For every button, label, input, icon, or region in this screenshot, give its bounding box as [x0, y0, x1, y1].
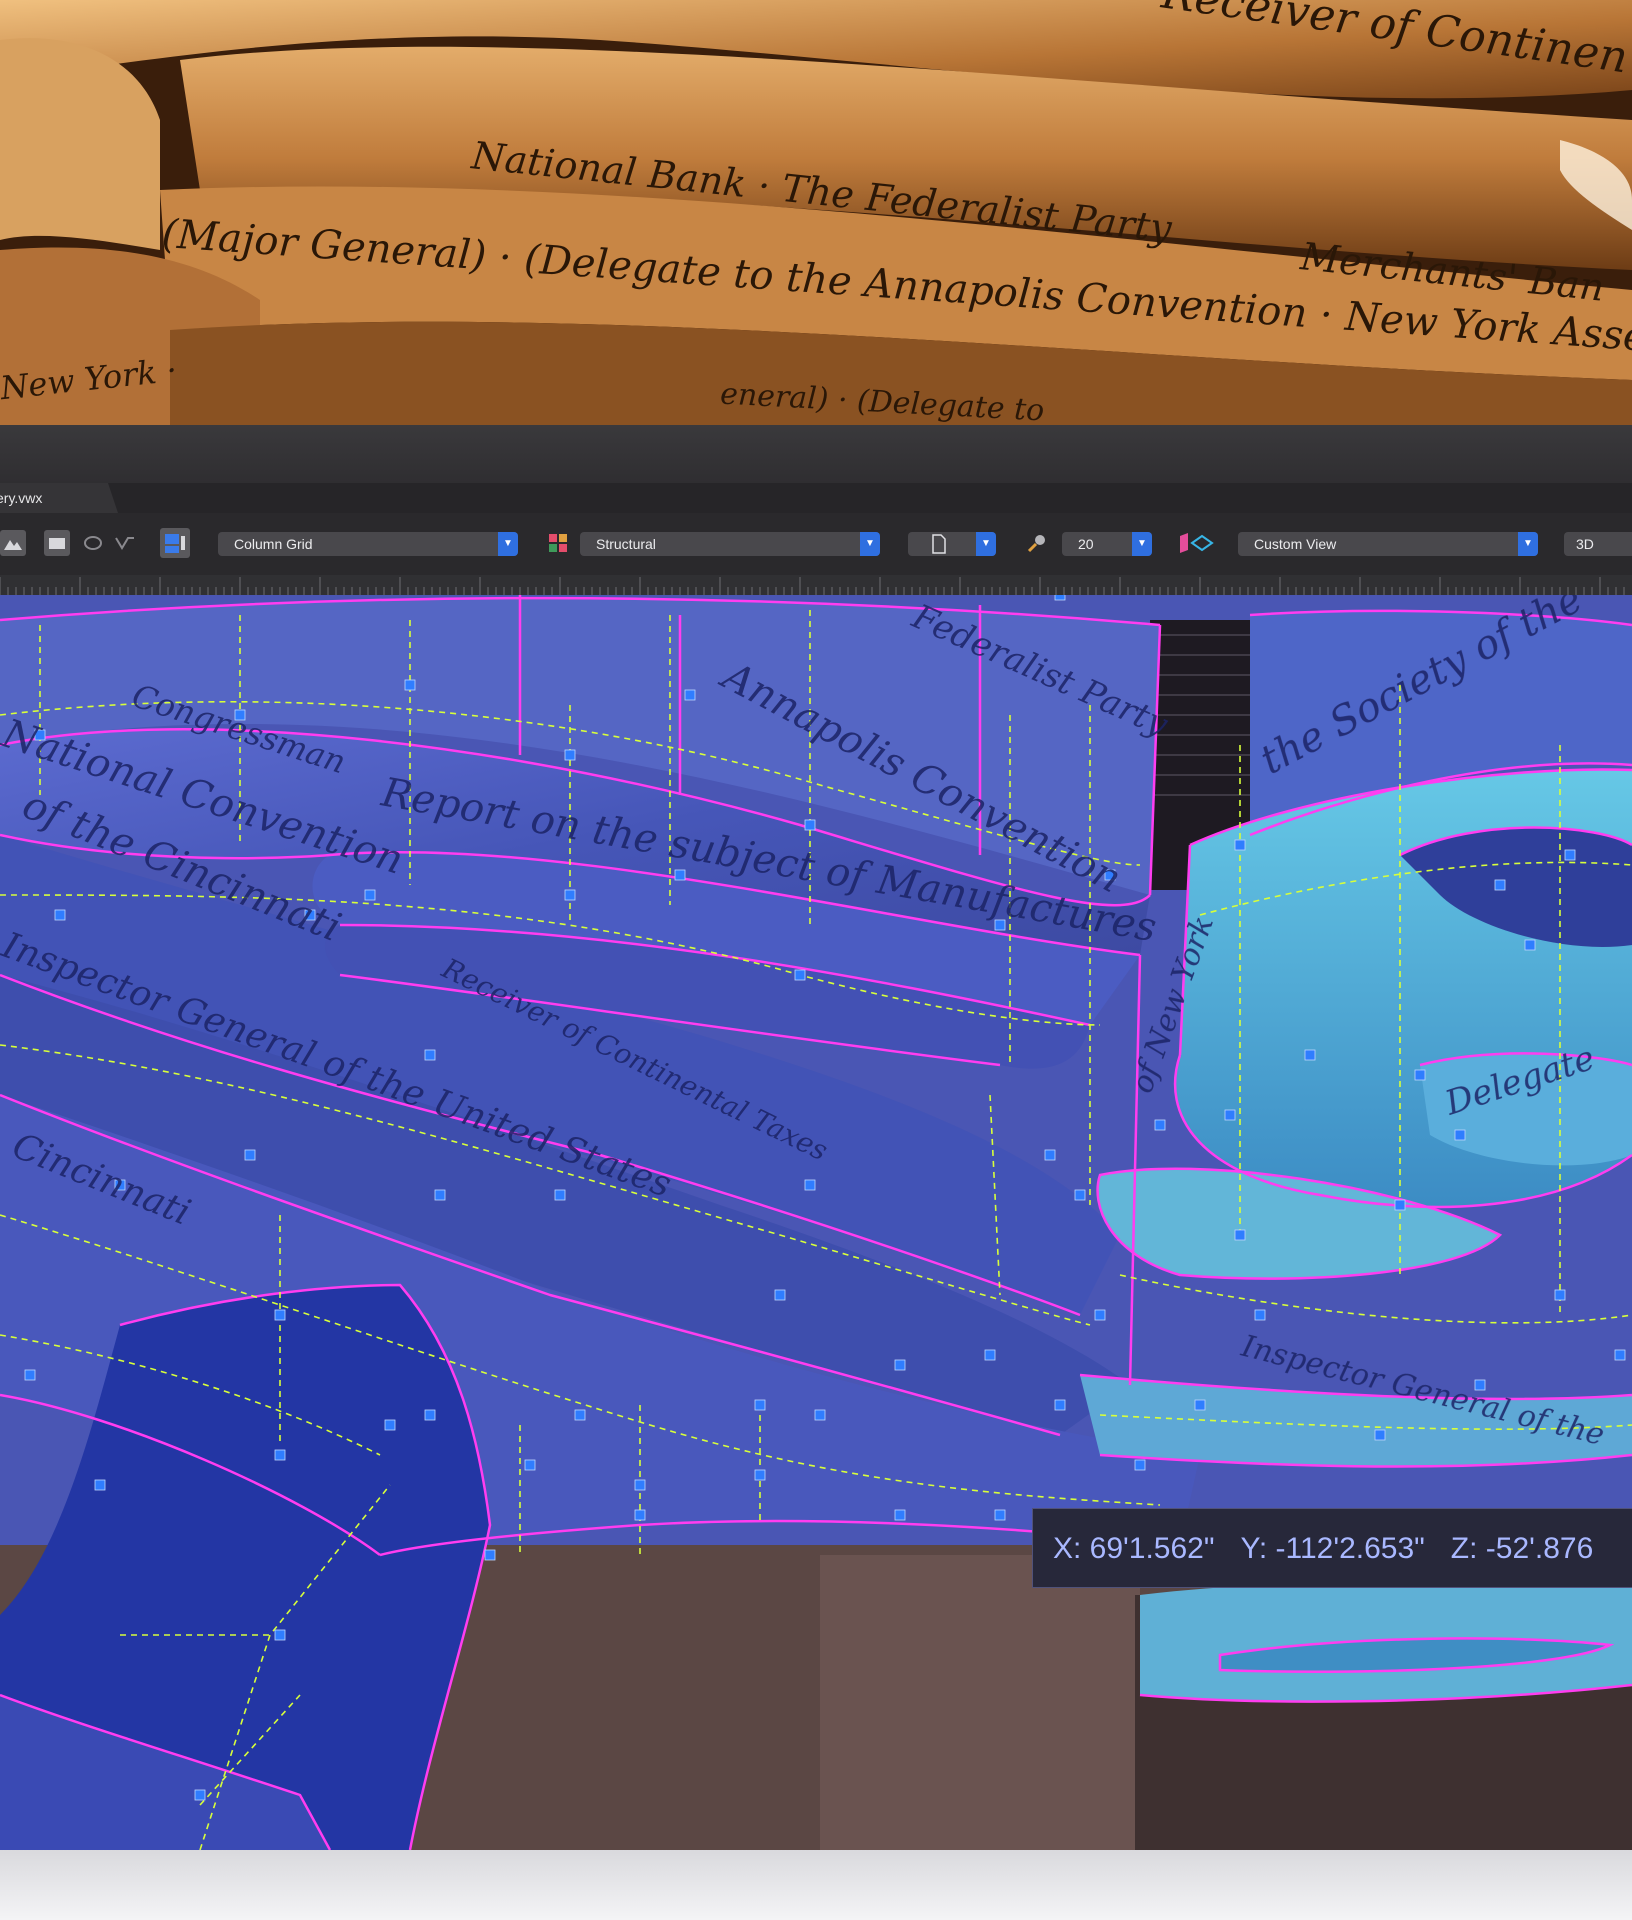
class-select-value: Column Grid	[234, 536, 313, 552]
scale-select[interactable]: 20 ▼	[1062, 532, 1152, 556]
layer-select-value: Structural	[596, 536, 656, 552]
control-point-handle[interactable]	[1374, 1429, 1386, 1441]
control-point-handle[interactable]	[1414, 1069, 1426, 1081]
bezier-tool-icon[interactable]	[112, 530, 138, 556]
chevron-down-icon: ▼	[498, 532, 518, 556]
control-point-handle[interactable]	[894, 1509, 906, 1521]
chevron-down-icon: ▼	[1132, 532, 1152, 556]
view-select-value: Custom View	[1254, 536, 1337, 552]
coord-y: Y: -112'2.653"	[1240, 1532, 1425, 1565]
app-window: ery.vwx Column Grid ▼ Structural ▼ ▼ 20 …	[0, 425, 1632, 1850]
control-point-handle[interactable]	[1524, 939, 1536, 951]
control-point-handle[interactable]	[24, 1369, 36, 1381]
control-point-handle[interactable]	[1254, 1309, 1266, 1321]
control-point-handle[interactable]	[814, 1409, 826, 1421]
control-point-handle[interactable]	[1234, 839, 1246, 851]
control-point-handle[interactable]	[754, 1399, 766, 1411]
control-point-handle[interactable]	[1304, 1049, 1316, 1061]
control-point-handle[interactable]	[1094, 1309, 1106, 1321]
control-point-handle[interactable]	[1564, 849, 1576, 861]
drawing-canvas[interactable]: Annapolis Convention Federalist Party th…	[0, 595, 1632, 1850]
control-point-handle[interactable]	[1194, 1399, 1206, 1411]
control-point-handle[interactable]	[564, 889, 576, 901]
image-icon[interactable]	[0, 530, 26, 556]
control-point-handle[interactable]	[804, 1179, 816, 1191]
coord-z: Z: -52'.876	[1450, 1532, 1594, 1565]
zoom-icon[interactable]	[1024, 530, 1050, 556]
page-select[interactable]: ▼	[908, 532, 996, 556]
view-select[interactable]: Custom View ▼	[1238, 532, 1538, 556]
class-select[interactable]: Column Grid ▼	[218, 532, 518, 556]
control-point-handle[interactable]	[754, 1469, 766, 1481]
document-tab[interactable]: ery.vwx	[0, 483, 118, 513]
control-point-handle[interactable]	[94, 1479, 106, 1491]
layer-select[interactable]: Structural ▼	[580, 532, 880, 556]
horizontal-ruler[interactable]	[0, 575, 1632, 596]
ruler-ticks	[0, 577, 1625, 595]
control-point-handle[interactable]	[1224, 1109, 1236, 1121]
control-point-handle[interactable]	[774, 1289, 786, 1301]
control-point-handle[interactable]	[1154, 1119, 1166, 1131]
control-point-handle[interactable]	[554, 1189, 566, 1201]
control-point-handle[interactable]	[1554, 1289, 1566, 1301]
control-point-handle[interactable]	[404, 679, 416, 691]
control-point-handle[interactable]	[1074, 1189, 1086, 1201]
page-backdrop	[0, 1850, 1632, 1920]
ellipse-tool-icon[interactable]	[80, 530, 106, 556]
control-point-handle[interactable]	[384, 1419, 396, 1431]
control-point-handle[interactable]	[1614, 1349, 1626, 1361]
document-tab-strip	[0, 483, 1632, 513]
control-point-handle[interactable]	[424, 1409, 436, 1421]
control-point-handle[interactable]	[674, 869, 686, 881]
rectangle-tool-icon[interactable]	[44, 530, 70, 556]
control-point-handle[interactable]	[794, 969, 806, 981]
control-point-handle[interactable]	[274, 1449, 286, 1461]
control-point-handle[interactable]	[194, 1789, 206, 1801]
control-point-handle[interactable]	[1494, 879, 1506, 891]
document-tab-label: ery.vwx	[0, 490, 43, 506]
control-point-handle[interactable]	[1234, 1229, 1246, 1241]
control-point-handle[interactable]	[54, 909, 66, 921]
control-point-handle[interactable]	[564, 749, 576, 761]
hero-photo: Receiver of Continen National Bank · The…	[0, 0, 1632, 425]
control-point-handle[interactable]	[244, 1149, 256, 1161]
control-point-handle[interactable]	[634, 1479, 646, 1491]
model-geometry: Annapolis Convention Federalist Party th…	[0, 595, 1632, 1850]
control-point-handle[interactable]	[274, 1629, 286, 1641]
control-point-handle[interactable]	[274, 1309, 286, 1321]
control-point-handle[interactable]	[684, 689, 696, 701]
control-point-handle[interactable]	[1054, 595, 1066, 601]
control-point-handle[interactable]	[634, 1509, 646, 1521]
control-point-handle[interactable]	[984, 1349, 996, 1361]
control-point-handle[interactable]	[434, 1189, 446, 1201]
control-point-handle[interactable]	[1394, 1199, 1406, 1211]
render-mode-label: 3D	[1576, 536, 1594, 552]
control-point-handle[interactable]	[1454, 1129, 1466, 1141]
page-icon	[932, 534, 946, 554]
control-point-handle[interactable]	[894, 1359, 906, 1371]
control-point-handle[interactable]	[804, 819, 816, 831]
control-point-handle[interactable]	[1134, 1459, 1146, 1471]
scale-select-value: 20	[1078, 536, 1094, 552]
coord-x: X: 69'1.562"	[1053, 1532, 1215, 1565]
control-point-handle[interactable]	[1044, 1149, 1056, 1161]
control-point-handle[interactable]	[364, 889, 376, 901]
chevron-down-icon: ▼	[1518, 532, 1538, 556]
control-point-handle[interactable]	[994, 1509, 1006, 1521]
chevron-down-icon: ▼	[860, 532, 880, 556]
control-point-handle[interactable]	[424, 1049, 436, 1061]
class-color-icon[interactable]	[545, 530, 571, 556]
render-mode-button[interactable]: 3D	[1564, 532, 1632, 556]
chevron-down-icon: ▼	[976, 532, 996, 556]
view-bar: Column Grid ▼ Structural ▼ ▼ 20 ▼ Custom…	[0, 513, 1632, 576]
title-bar	[0, 425, 1632, 483]
layer-options-icon[interactable]	[160, 528, 190, 558]
coordinate-readout: X: 69'1.562" Y: -112'2.653" Z: -52'.876	[1032, 1508, 1632, 1588]
control-point-handle[interactable]	[484, 1549, 496, 1561]
control-point-handle[interactable]	[524, 1459, 536, 1471]
control-point-handle[interactable]	[1054, 1399, 1066, 1411]
control-point-handle[interactable]	[574, 1409, 586, 1421]
view-cube-icon[interactable]	[1176, 530, 1226, 556]
